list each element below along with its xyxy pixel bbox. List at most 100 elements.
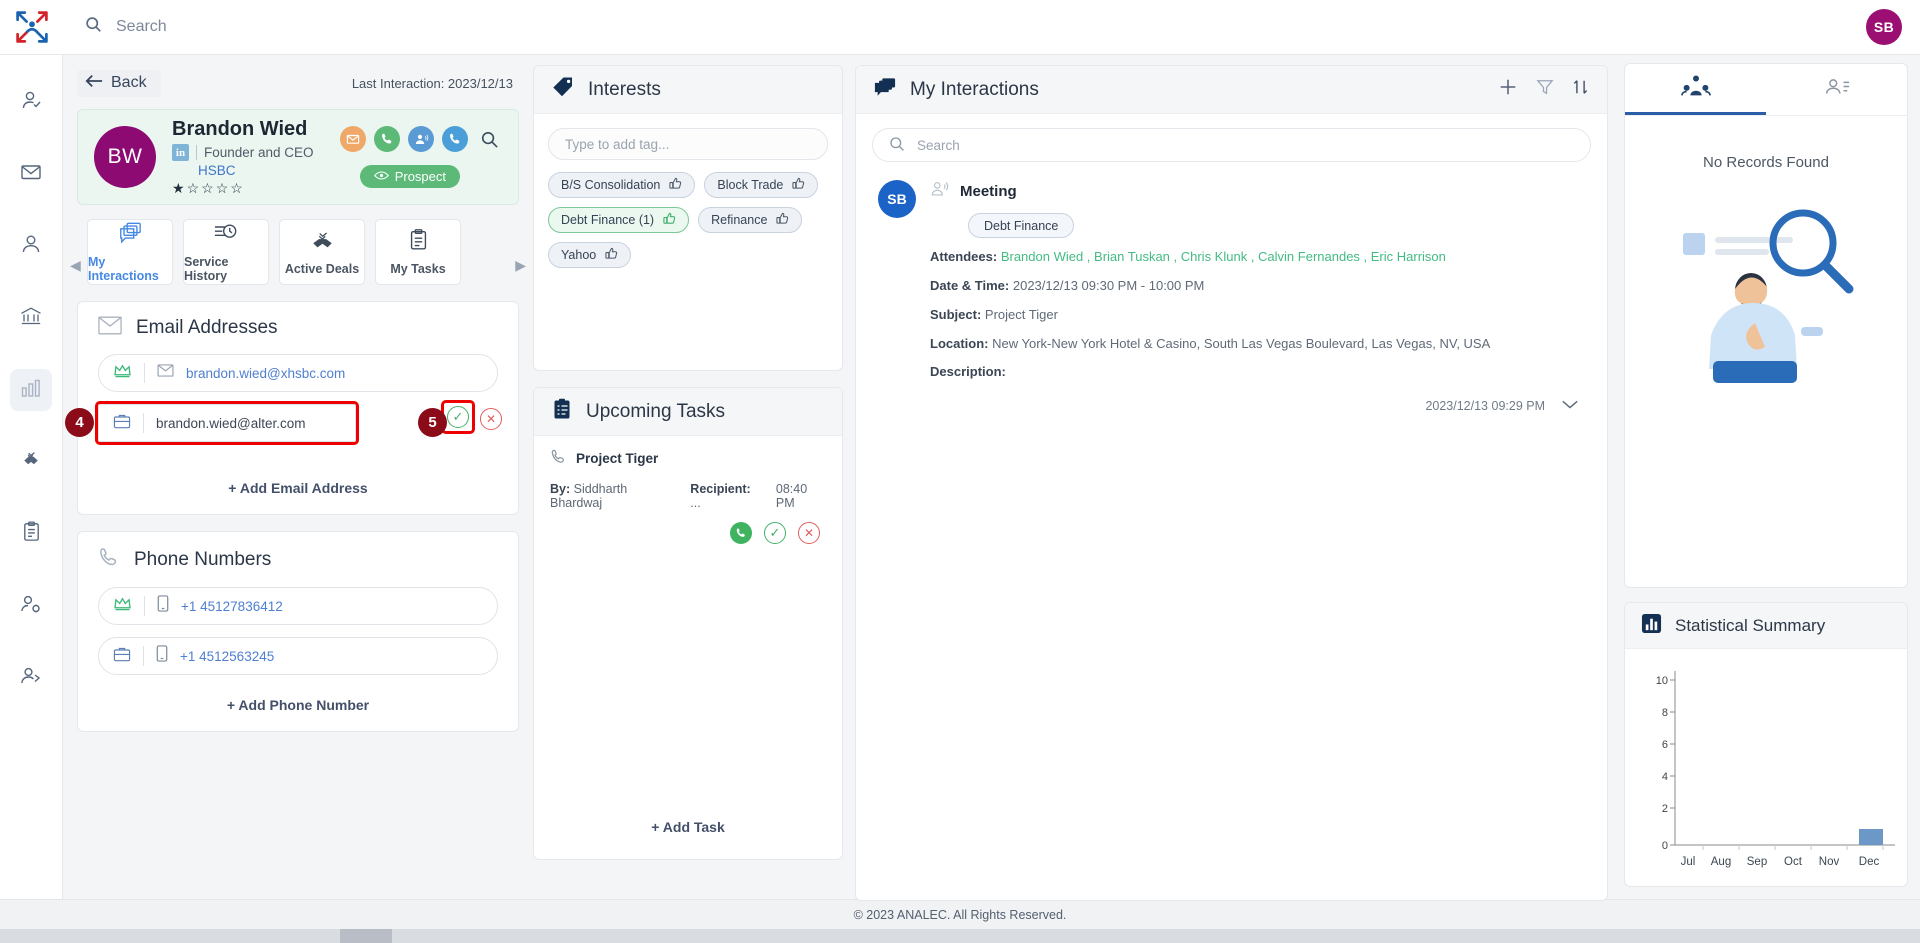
rail-item-user-settings[interactable]	[10, 585, 52, 627]
email-row[interactable]: brandon.wied@xhsbc.com	[98, 354, 498, 392]
empty-title: No Records Found	[1703, 154, 1829, 171]
svg-text:Nov: Nov	[1819, 856, 1840, 868]
tab-active-deals[interactable]: Active Deals	[279, 219, 365, 285]
chat-stack-icon	[117, 221, 143, 250]
phone-row[interactable]: +1 45127836412	[98, 587, 498, 625]
relationship-tab[interactable]	[1625, 64, 1766, 115]
task-title-row: Project Tiger	[550, 448, 826, 468]
svg-text:Jul: Jul	[1681, 856, 1696, 868]
person-subline: in Founder and CEO	[172, 144, 314, 161]
rail-item-tasks[interactable]	[10, 513, 52, 555]
person-rating[interactable]: ★☆☆☆☆	[172, 180, 314, 197]
chevron-down-icon[interactable]	[1561, 398, 1579, 413]
rail-item-user-share[interactable]	[10, 657, 52, 699]
user-avatar[interactable]: SB	[1866, 9, 1902, 45]
add-phone-link[interactable]: + Add Phone Number	[98, 697, 498, 713]
task-item[interactable]: Project Tiger By: Siddharth Bhardwaj Rec…	[534, 436, 842, 544]
tab-my-tasks[interactable]: My Tasks	[375, 219, 461, 285]
interest-tag[interactable]: Yahoo	[548, 242, 632, 268]
step-badge-4: 4	[65, 408, 94, 437]
rail-item-contacts-verify[interactable]	[10, 81, 52, 123]
bank-icon	[19, 304, 43, 333]
briefcase-icon	[113, 646, 131, 667]
footer-text: © 2023 ANALEC. All Rights Reserved.	[853, 907, 1067, 922]
rail-item-profile[interactable]	[10, 225, 52, 267]
right-panel: No Records Found Statistical Summary 10 …	[1620, 55, 1920, 899]
interest-tag-liked[interactable]: Debt Finance (1)	[548, 207, 690, 233]
thumbs-up-icon[interactable]	[669, 177, 682, 193]
interest-tag[interactable]: B/S Consolidation	[548, 172, 696, 198]
interaction-item[interactable]: SB Meeting Debt Finance Attendees: Brand…	[856, 162, 1607, 413]
back-label: Back	[111, 74, 147, 91]
right-panel-tabs	[1625, 64, 1907, 116]
rail-item-mail[interactable]	[10, 153, 52, 195]
content-area: Back Last Interaction: 2023/12/13 BW Bra…	[63, 55, 1920, 901]
handshake-icon	[309, 228, 336, 257]
status-badge[interactable]: Prospect	[359, 165, 460, 188]
tabs-prev-arrow[interactable]: ◀	[70, 257, 81, 274]
add-task-link[interactable]: + Add Task	[534, 819, 842, 835]
thumbs-up-icon[interactable]	[792, 177, 805, 193]
filter-icon[interactable]	[1536, 78, 1554, 101]
tag-label: Yahoo	[561, 248, 597, 262]
interest-tag[interactable]: Block Trade	[704, 172, 819, 198]
linkedin-icon[interactable]: in	[172, 144, 189, 161]
tab-my-interactions[interactable]: My Interactions	[87, 219, 173, 285]
email-row-editing[interactable]: brandon.wied@alter.com	[95, 401, 359, 445]
thumbs-up-icon[interactable]	[663, 212, 676, 228]
tag-input[interactable]: Type to add tag...	[548, 128, 828, 160]
email-action-icon[interactable]	[340, 126, 366, 152]
task-complete-button[interactable]: ✓	[764, 522, 786, 544]
phone-row[interactable]: +1 4512563245	[98, 637, 498, 675]
search-action-icon[interactable]	[476, 126, 502, 152]
interest-tag[interactable]: Refinance	[698, 207, 803, 233]
divider	[143, 413, 144, 433]
interaction-type: Meeting	[960, 183, 1017, 200]
tabs-next-arrow[interactable]: ▶	[515, 257, 526, 274]
statistical-summary-card: Statistical Summary 10 8 6 420 Jul Aug S…	[1624, 602, 1908, 887]
email-value: brandon.wied@xhsbc.com	[186, 365, 346, 381]
interactions-tools	[1498, 77, 1589, 102]
person-company[interactable]: HSBC	[198, 163, 314, 178]
tag-icon	[552, 76, 574, 103]
subject-value: Project Tiger	[984, 306, 1058, 322]
interaction-datetime: Date & Time: 2023/12/13 09:30 PM - 10:00…	[930, 277, 1585, 296]
interaction-avatar: SB	[878, 180, 916, 218]
rail-item-analytics[interactable]	[10, 369, 52, 411]
interaction-subject: Subject: Project Tiger	[930, 306, 1585, 325]
taskbar-item[interactable]	[340, 929, 392, 943]
call-action-icon[interactable]	[374, 126, 400, 152]
add-interaction-button[interactable]	[1498, 77, 1518, 102]
back-button[interactable]: Back	[77, 69, 161, 97]
bar-chart: 1086 420 Jul Aug Sep Oct Nov Dec	[1656, 671, 1895, 868]
tab-service-history[interactable]: Service History	[183, 219, 269, 285]
thumbs-up-icon[interactable]	[605, 247, 618, 263]
step-badge-5: 5	[418, 408, 447, 437]
task-cancel-button[interactable]: ✕	[798, 522, 820, 544]
add-email-link[interactable]: + Add Email Address	[98, 480, 498, 496]
cancel-email-button[interactable]: ✕	[480, 407, 502, 430]
phone-action-icon[interactable]	[442, 126, 468, 152]
search-input[interactable]	[116, 18, 516, 36]
interaction-search[interactable]: Search	[872, 128, 1591, 162]
confirm-email-button[interactable]: ✓	[447, 406, 469, 428]
tab-label: Active Deals	[284, 262, 360, 276]
sort-icon[interactable]	[1572, 78, 1589, 101]
person-title: Founder and CEO	[204, 145, 314, 160]
meeting-action-icon[interactable]	[408, 126, 434, 152]
rail-item-institutions[interactable]	[10, 297, 52, 339]
briefcase-icon	[113, 413, 131, 434]
attendees-value[interactable]: Brandon Wied , Brian Tuskan , Chris Klun…	[1001, 249, 1446, 264]
svg-text:Dec: Dec	[1859, 856, 1880, 868]
email-edit-actions: ✓ ✕	[441, 400, 502, 434]
user-check-icon	[19, 88, 43, 117]
contacts-tab[interactable]	[1766, 64, 1907, 115]
app-logo[interactable]	[0, 0, 63, 55]
app-root: SB	[0, 0, 1920, 943]
rail-item-deals[interactable]	[10, 441, 52, 483]
global-search[interactable]	[63, 16, 516, 38]
thumbs-up-icon[interactable]	[776, 212, 789, 228]
task-call-button[interactable]	[730, 522, 752, 544]
interest-tags: B/S Consolidation Block Trade Debt Finan…	[534, 172, 842, 268]
interaction-tag[interactable]: Debt Finance	[968, 213, 1075, 238]
